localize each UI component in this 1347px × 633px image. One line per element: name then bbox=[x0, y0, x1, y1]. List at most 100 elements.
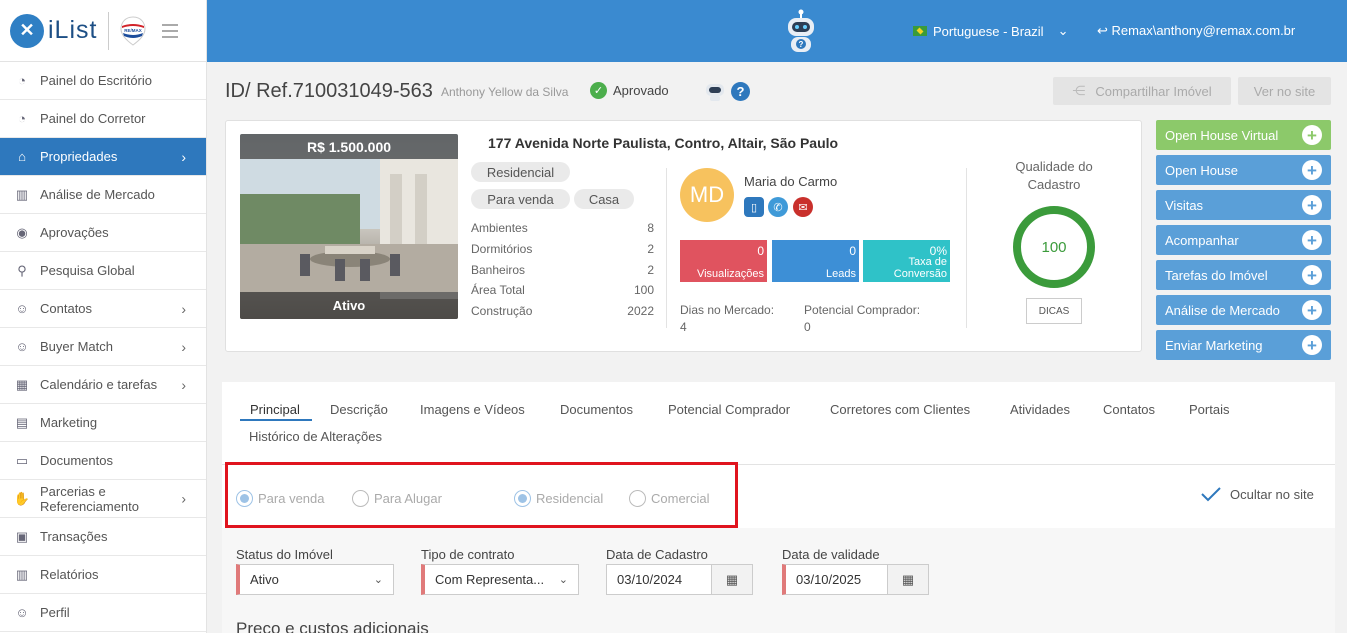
sidebar-item-label: Painel do Escritório bbox=[40, 73, 152, 88]
spec-row: Banheiros 2 bbox=[471, 263, 654, 277]
sidebar-item-relatorios[interactable]: ▥ Relatórios bbox=[0, 556, 206, 594]
user-icon: ☺ bbox=[15, 339, 29, 354]
sidebar-item-aprovacoes[interactable]: ◉ Aprovações bbox=[0, 214, 206, 252]
tab-portais[interactable]: Portais bbox=[1189, 402, 1229, 417]
tag-residencial: Residencial bbox=[471, 162, 570, 182]
chevron-right-icon: › bbox=[181, 376, 186, 393]
handshake-icon: ✋ bbox=[13, 491, 31, 506]
spec-row: Ambientes 8 bbox=[471, 221, 654, 235]
calendar-icon[interactable]: ▦ bbox=[711, 564, 753, 595]
sidebar-item-parcerias[interactable]: ✋ Parcerias e Referenciamento › bbox=[0, 480, 206, 518]
sidebar-item-calendario[interactable]: ▦ Calendário e tarefas › bbox=[0, 366, 206, 404]
logout-arrow-icon: ↩ bbox=[1097, 23, 1108, 38]
robot-assistant-icon[interactable]: ? bbox=[779, 8, 823, 54]
action-label: Visitas bbox=[1165, 197, 1204, 213]
check-icon: ✓ bbox=[590, 82, 607, 99]
tab-imagens-videos[interactable]: Imagens e Vídeos bbox=[420, 402, 525, 417]
tab-corretores-clientes[interactable]: Corretores com Clientes bbox=[830, 402, 970, 417]
price-label: R$ 1.500.000 bbox=[240, 134, 458, 159]
stat-label: Leads bbox=[826, 268, 856, 280]
spec-row: Área Total 100 bbox=[471, 283, 654, 297]
sidebar-item-analise-mercado[interactable]: ▥ Análise de Mercado bbox=[0, 176, 206, 214]
status-select[interactable]: Ativo ⌄ bbox=[236, 564, 394, 595]
gauge-icon: ◔ bbox=[18, 111, 26, 126]
plus-icon: + bbox=[1302, 160, 1322, 180]
tab-atividades[interactable]: Atividades bbox=[1010, 402, 1070, 417]
chevron-down-icon: ⌄ bbox=[558, 574, 568, 586]
stat-label: Taxa de Conversão bbox=[893, 256, 947, 280]
share-label: Compartilhar Imóvel bbox=[1095, 83, 1212, 99]
contract-select[interactable]: Com Representa... ⌄ bbox=[421, 564, 579, 595]
registration-date-input[interactable]: 03/10/2024 bbox=[606, 564, 712, 595]
svg-text:?: ? bbox=[799, 40, 804, 49]
language-selector[interactable]: Portuguese - Brazil ⌄ bbox=[913, 23, 1068, 39]
sidebar-item-label: Marketing bbox=[40, 415, 98, 430]
tips-button[interactable]: DICAS bbox=[1026, 298, 1082, 324]
hide-on-site-label: Ocultar no site bbox=[1230, 486, 1314, 502]
acompanhar-button[interactable]: Acompanhar + bbox=[1156, 225, 1331, 255]
potential-buyers-label: Potencial Comprador: bbox=[804, 303, 921, 317]
sidebar-item-perfil[interactable]: ☺ Perfil bbox=[0, 594, 206, 632]
menu-toggle-button[interactable] bbox=[162, 23, 179, 38]
svg-text:RE/MAX: RE/MAX bbox=[125, 28, 143, 33]
bar-chart-icon: ▥ bbox=[15, 566, 29, 582]
robot-mini-icon[interactable] bbox=[703, 80, 727, 102]
ilist-logo-icon: ✕ bbox=[10, 13, 44, 48]
logo-text: iList bbox=[48, 16, 98, 44]
quality-title: Qualidade do Cadastro bbox=[1015, 159, 1093, 192]
validity-date-input[interactable]: 03/10/2025 bbox=[782, 564, 888, 595]
book-icon: ▤ bbox=[15, 414, 29, 430]
sidebar-item-pesquisa-global[interactable]: ⚲ Pesquisa Global bbox=[0, 252, 206, 290]
tab-contatos[interactable]: Contatos bbox=[1103, 402, 1155, 417]
briefcase-icon: ▣ bbox=[15, 528, 29, 544]
enviar-marketing-button[interactable]: Enviar Marketing + bbox=[1156, 330, 1331, 360]
calendar-icon: ▦ bbox=[15, 376, 29, 392]
spec-value: 2022 bbox=[627, 304, 654, 318]
home-icon: ⌂ bbox=[18, 149, 26, 164]
hide-on-site-toggle[interactable]: Ocultar no site bbox=[1200, 486, 1314, 502]
sidebar-item-transacoes[interactable]: ▣ Transações bbox=[0, 518, 206, 556]
sidebar-item-marketing[interactable]: ▤ Marketing bbox=[0, 404, 206, 442]
sidebar-item-painel-corretor[interactable]: ◔ Painel do Corretor bbox=[0, 100, 206, 138]
top-bar: ? Portuguese - Brazil ⌄ ↩ Remax\anthony@… bbox=[207, 0, 1347, 62]
sidebar-item-documentos[interactable]: ▭ Documentos bbox=[0, 442, 206, 480]
user-menu[interactable]: ↩ Remax\anthony@remax.com.br bbox=[1097, 23, 1295, 39]
tab-descricao[interactable]: Descrição bbox=[330, 402, 388, 417]
open-house-button[interactable]: Open House + bbox=[1156, 155, 1331, 185]
property-photo[interactable]: R$ 1.500.000 Ativo bbox=[240, 134, 458, 319]
section-title: Preço e custos adicionais bbox=[236, 619, 429, 633]
tarefas-imovel-button[interactable]: Tarefas do Imóvel + bbox=[1156, 260, 1331, 290]
open-house-virtual-button[interactable]: Open House Virtual + bbox=[1156, 120, 1331, 150]
visitas-button[interactable]: Visitas + bbox=[1156, 190, 1331, 220]
tab-principal[interactable]: Principal bbox=[250, 402, 300, 417]
tab-documentos[interactable]: Documentos bbox=[560, 402, 633, 417]
sidebar-item-propriedades[interactable]: ⌂ Propriedades › bbox=[0, 138, 206, 176]
calendar-icon[interactable]: ▦ bbox=[887, 564, 929, 595]
share-property-button[interactable]: ⋲ Compartilhar Imóvel bbox=[1053, 77, 1231, 105]
mobile-icon[interactable]: ▯ bbox=[744, 197, 764, 217]
action-label: Acompanhar bbox=[1165, 232, 1239, 248]
potential-buyers-value: 0 bbox=[804, 320, 811, 334]
sidebar-item-label: Propriedades bbox=[40, 149, 118, 164]
divider bbox=[966, 168, 967, 328]
sidebar-item-contatos[interactable]: ☺ Contatos › bbox=[0, 290, 206, 328]
sidebar-item-painel-escritorio[interactable]: ◔ Painel do Escritório bbox=[0, 62, 206, 100]
chevron-down-icon: ⌄ bbox=[1057, 23, 1069, 38]
view-on-site-button[interactable]: Ver no site bbox=[1238, 77, 1331, 105]
quality-score-ring: 100 bbox=[1013, 206, 1095, 288]
sidebar-item-label: Transações bbox=[40, 529, 108, 544]
validity-date-label: Data de validade bbox=[782, 547, 880, 562]
chevron-right-icon: › bbox=[181, 338, 186, 355]
stat-value: 0 bbox=[849, 244, 856, 258]
email-icon[interactable]: ✉ bbox=[793, 197, 813, 217]
tab-potencial-comprador[interactable]: Potencial Comprador bbox=[668, 402, 790, 417]
phone-icon[interactable]: ✆ bbox=[768, 197, 788, 217]
help-icon[interactable]: ? bbox=[731, 81, 750, 101]
spec-row: Construção 2022 bbox=[471, 304, 654, 318]
tab-historico-alteracoes[interactable]: Histórico de Alterações bbox=[249, 429, 382, 444]
analise-mercado-button[interactable]: Análise de Mercado + bbox=[1156, 295, 1331, 325]
days-on-market-label: Dias no Mercado: bbox=[680, 303, 775, 317]
spec-label: Ambientes bbox=[471, 221, 528, 235]
sidebar-item-buyer-match[interactable]: ☺ Buyer Match › bbox=[0, 328, 206, 366]
spec-label: Banheiros bbox=[471, 263, 526, 277]
